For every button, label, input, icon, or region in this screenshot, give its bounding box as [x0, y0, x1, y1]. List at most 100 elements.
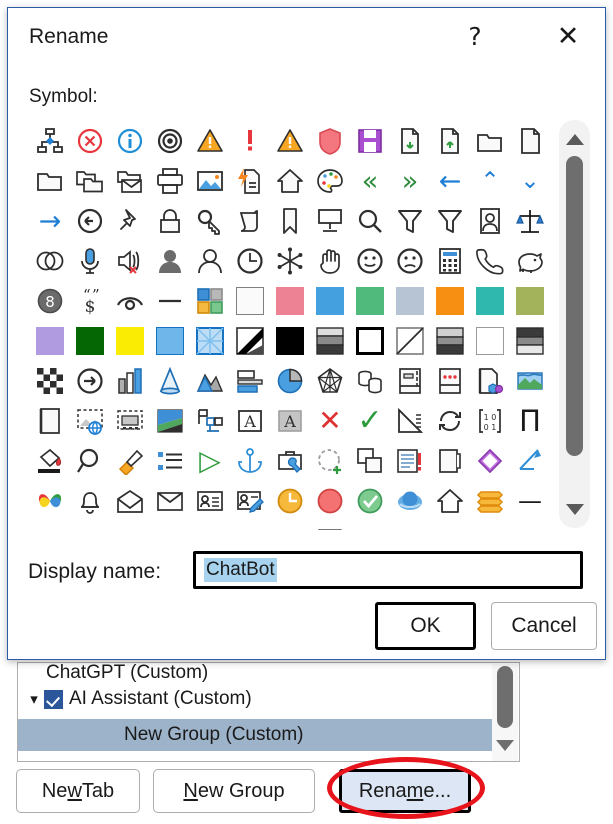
partial-row-end-icon[interactable]: [510, 521, 550, 530]
copy-icon[interactable]: [350, 441, 390, 481]
film-strip-icon[interactable]: [110, 401, 150, 441]
text-box-a-icon[interactable]: A: [230, 401, 270, 441]
symbol-grid-scrollbar[interactable]: [559, 120, 590, 528]
partial-row-star-icon[interactable]: [110, 521, 150, 530]
scroll-up-arrow-icon[interactable]: [559, 124, 590, 154]
rename-button[interactable]: Rena m e...: [339, 769, 471, 813]
list-alert-icon[interactable]: [390, 441, 430, 481]
projector-icon[interactable]: [310, 201, 350, 241]
swatch-olive[interactable]: [510, 281, 550, 321]
swatch-dark-bands[interactable]: [510, 321, 550, 361]
folder-icon[interactable]: [30, 161, 70, 201]
chevron-down-icon[interactable]: ⌄: [510, 161, 550, 201]
save-disk-icon[interactable]: [350, 121, 390, 161]
cone-icon[interactable]: [150, 361, 190, 401]
venn-icon[interactable]: [30, 241, 70, 281]
color-gradient-icon[interactable]: [150, 401, 190, 441]
dash-icon[interactable]: [150, 281, 190, 321]
calculator-icon[interactable]: [430, 241, 470, 281]
text-box-a-gray-icon[interactable]: A: [270, 401, 310, 441]
eraser-icon[interactable]: [470, 441, 510, 481]
customize-ribbon-listbox[interactable]: ChatGPT (Custom) ▾ AI Assistant (Custom)…: [17, 662, 520, 762]
clock-orange-icon[interactable]: [270, 481, 310, 521]
arrow-circle-right-icon[interactable]: [70, 361, 110, 401]
envelope-open-icon[interactable]: [110, 481, 150, 521]
green-check-circle-icon[interactable]: [350, 481, 390, 521]
butterfly-icon[interactable]: [30, 481, 70, 521]
swatch-orange[interactable]: [430, 281, 470, 321]
lock-icon[interactable]: [150, 201, 190, 241]
edit-contact-icon[interactable]: [230, 481, 270, 521]
double-arrow-right-icon[interactable]: »: [390, 161, 430, 201]
eye-icon[interactable]: [110, 281, 150, 321]
paint-bucket-icon[interactable]: [30, 441, 70, 481]
close-icon[interactable]: ✕: [548, 18, 588, 54]
chevron-down-icon[interactable]: ▾: [24, 691, 44, 707]
cancel-button[interactable]: Cancel: [491, 602, 597, 650]
swatch-black[interactable]: [270, 321, 310, 361]
partial-row-blue-icon[interactable]: [230, 521, 270, 530]
bullet-list-icon[interactable]: [150, 441, 190, 481]
refresh-icon[interactable]: [430, 401, 470, 441]
red-circle-icon[interactable]: [310, 481, 350, 521]
notebook-icon[interactable]: [390, 361, 430, 401]
minus-icon[interactable]: —: [510, 481, 550, 521]
swatch-gray-blue[interactable]: [390, 281, 430, 321]
filter-icon[interactable]: [390, 201, 430, 241]
swatch-gray-bands[interactable]: [430, 321, 470, 361]
search-icon[interactable]: [350, 201, 390, 241]
page-icon[interactable]: [510, 121, 550, 161]
swatch-plain-white[interactable]: [470, 321, 510, 361]
partial-row-doc-icon[interactable]: [350, 521, 390, 530]
swatch-light-blue-border[interactable]: [150, 321, 190, 361]
quote-dollar-icon[interactable]: “” $: [70, 281, 110, 321]
swatch-gradient-gray[interactable]: [310, 321, 350, 361]
home-icon[interactable]: [270, 161, 310, 201]
flag-chart-icon[interactable]: [190, 401, 230, 441]
anchor-icon[interactable]: [230, 441, 270, 481]
dots-card-icon[interactable]: [430, 361, 470, 401]
swatch-green[interactable]: [350, 281, 390, 321]
list-item-new-group[interactable]: New Group (Custom): [18, 719, 499, 751]
swatch-white[interactable]: [230, 281, 270, 321]
id-card-icon[interactable]: [190, 481, 230, 521]
area-chart-icon[interactable]: [190, 361, 230, 401]
swatch-pink[interactable]: [270, 281, 310, 321]
ruler-icon[interactable]: [390, 401, 430, 441]
page-objects-icon[interactable]: [470, 361, 510, 401]
shield-icon[interactable]: [310, 121, 350, 161]
new-tab-button[interactable]: Ne w Tab: [16, 769, 140, 813]
green-check-icon[interactable]: ✓: [350, 401, 390, 441]
list-item-ai-assistant[interactable]: ▾ AI Assistant (Custom): [24, 683, 251, 715]
swatch-white-thick[interactable]: [350, 321, 390, 361]
magnifier-icon[interactable]: [70, 441, 110, 481]
document-down-icon[interactable]: [390, 121, 430, 161]
pushpin-icon[interactable]: [110, 201, 150, 241]
orange-stack-icon[interactable]: [470, 481, 510, 521]
swatch-purple[interactable]: [30, 321, 70, 361]
bookmark-icon[interactable]: [270, 201, 310, 241]
quick-document-icon[interactable]: [230, 161, 270, 201]
partial-row-bands-icon[interactable]: [310, 521, 350, 530]
chevron-up-icon[interactable]: ⌃: [470, 161, 510, 201]
folder-mail-icon[interactable]: [110, 161, 150, 201]
scrollbar-thumb[interactable]: [497, 666, 513, 728]
person-filled-icon[interactable]: [150, 241, 190, 281]
partial-row-shape-icon[interactable]: [30, 521, 70, 530]
envelope-icon[interactable]: [150, 481, 190, 521]
symbol-picker-panel[interactable]: «» ← ⌃ ⌄ → 8 “” $ A A ✕ ✓ 1 00 1 Π ▷ —: [23, 118, 592, 530]
picture-icon[interactable]: [190, 161, 230, 201]
swatch-diagonal-line[interactable]: [390, 321, 430, 361]
printer-icon[interactable]: [150, 161, 190, 201]
smiley-happy-icon[interactable]: [350, 241, 390, 281]
swatch-diagonal-split[interactable]: [230, 321, 270, 361]
bar-horizontal-icon[interactable]: [230, 361, 270, 401]
key-icon[interactable]: [190, 201, 230, 241]
scroll-down-arrow-icon[interactable]: [559, 494, 590, 524]
eight-ball-icon[interactable]: 8: [30, 281, 70, 321]
brush-icon[interactable]: [110, 441, 150, 481]
bell-icon[interactable]: [70, 481, 110, 521]
checkbox-checked-icon[interactable]: [44, 689, 63, 709]
new-group-button[interactable]: New Group: [153, 769, 315, 813]
copy-folder-icon[interactable]: [70, 161, 110, 201]
